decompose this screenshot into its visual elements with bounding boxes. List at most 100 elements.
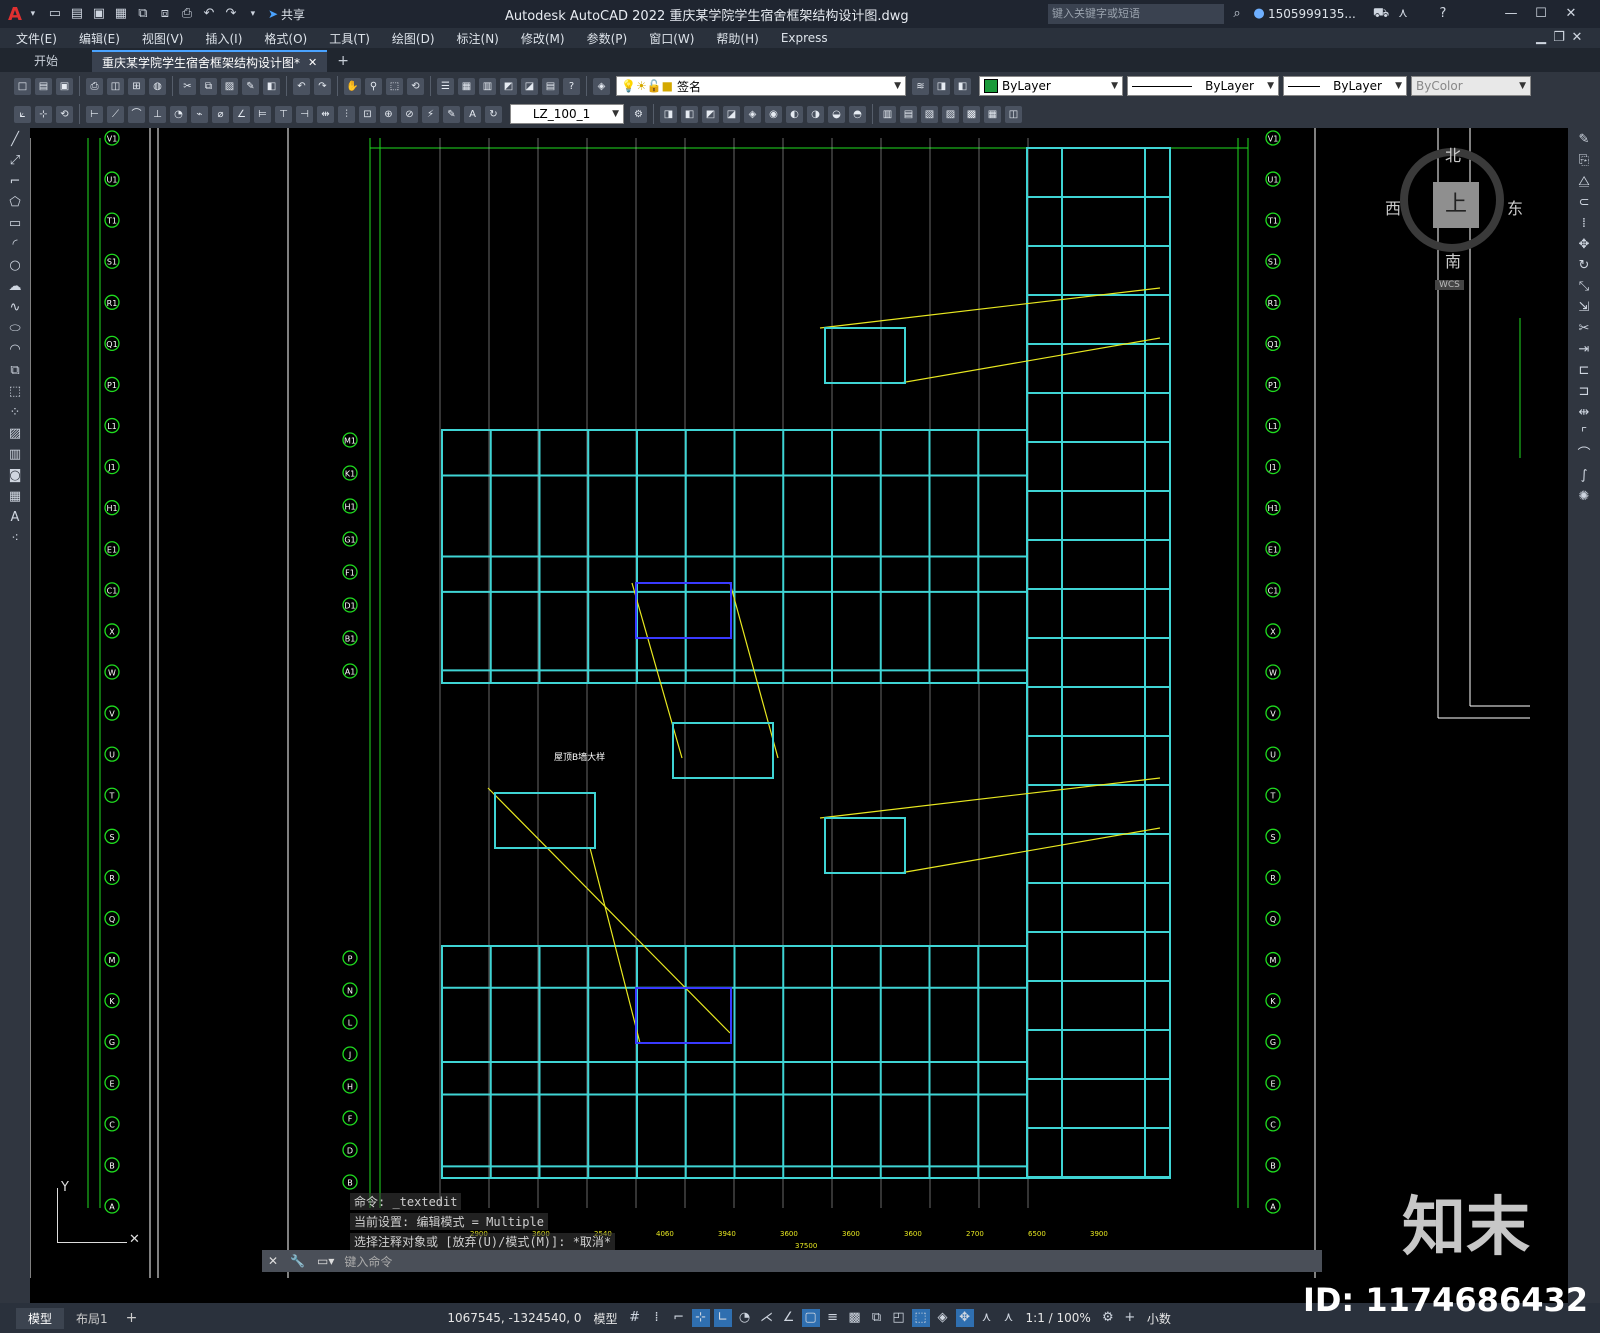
dim-continue-icon[interactable]: ⊣ [296, 105, 313, 123]
ucs-prev-icon[interactable]: ⟲ [56, 105, 73, 123]
selection-filter-icon[interactable]: ◈ [934, 1309, 952, 1327]
polygon-icon[interactable]: ⬠ [5, 194, 25, 212]
undo-icon[interactable]: ↶ [293, 77, 310, 95]
viewcube-south[interactable]: 南 [1445, 248, 1461, 272]
menu-item-dimension[interactable]: 标注(N) [457, 30, 499, 47]
view-right-icon[interactable]: ◪ [723, 105, 740, 123]
viewcube[interactable]: 北 南 西 东 上 WCS [1385, 140, 1523, 300]
paste-icon[interactable]: ▨ [221, 77, 238, 95]
user-icon[interactable]: ● [1250, 5, 1268, 23]
erase-icon[interactable]: ✎ [1574, 131, 1594, 149]
ellipse-icon[interactable]: ⬭ [5, 320, 25, 338]
center-mark-icon[interactable]: ⊕ [380, 105, 397, 123]
layer-dropdown[interactable]: 💡☀🔓■ 签名 ▼ [616, 76, 906, 96]
user-name[interactable]: 1505999135... [1268, 7, 1356, 21]
fillet-icon[interactable]: ⌒ [1574, 446, 1594, 464]
tab-close-icon[interactable]: ✕ [308, 56, 317, 69]
shade-icon[interactable]: ◑ [807, 105, 824, 123]
dim-radius-icon[interactable]: ◔ [170, 105, 187, 123]
redo-icon[interactable]: ↷ [314, 77, 331, 95]
menu-item-express[interactable]: Express [781, 31, 828, 45]
print-icon[interactable]: ⎙ [178, 5, 196, 23]
annotation-visibility-icon[interactable]: ⋏ [978, 1309, 996, 1327]
properties-icon[interactable]: ☰ [437, 77, 454, 95]
lineweight-icon[interactable]: ≡ [824, 1309, 842, 1327]
units-dropdown[interactable]: 小数 [1147, 1310, 1171, 1327]
make-current-icon[interactable]: ◨ [933, 77, 950, 95]
close-icon[interactable]: ✕ [1562, 5, 1580, 23]
mtext-icon[interactable]: A [5, 509, 25, 527]
command-input[interactable]: 键入命令 [344, 1253, 392, 1270]
polar-icon[interactable]: ◔ [736, 1309, 754, 1327]
dim-baseline-icon[interactable]: ⊤ [275, 105, 292, 123]
new-file-icon[interactable]: ▭ [46, 5, 64, 23]
dim-jogged-icon[interactable]: ⌁ [191, 105, 208, 123]
new-tab-icon[interactable]: + [327, 50, 359, 72]
help-icon[interactable]: ? [1434, 5, 1452, 23]
insert-block-icon[interactable]: ⧉ [5, 362, 25, 380]
zoom-previous-icon[interactable]: ⟲ [407, 77, 424, 95]
share-icon[interactable]: ➤ [268, 7, 278, 21]
jog-line-icon[interactable]: ⚡ [422, 105, 439, 123]
doc-minimize-icon[interactable]: ▁ [1532, 29, 1550, 47]
dim-ordinate-icon[interactable]: ⊥ [149, 105, 166, 123]
coordinates[interactable]: 1067545, -1324540, 0 [447, 1311, 581, 1325]
ellipse-arc-icon[interactable]: ◠ [5, 341, 25, 359]
hatch-icon[interactable]: ▨ [5, 425, 25, 443]
line-icon[interactable]: ╱ [5, 131, 25, 149]
maximize-icon[interactable]: ☐ [1532, 5, 1550, 23]
auto-scale-icon[interactable]: ⋏ [1000, 1309, 1018, 1327]
viewcube-west[interactable]: 西 [1385, 195, 1401, 219]
stretch-icon[interactable]: ⇲ [1574, 299, 1594, 317]
menu-item-file[interactable]: 文件(E) [16, 30, 57, 47]
color-dropdown[interactable]: ByLayer ▼ [979, 76, 1123, 96]
zoom-window-icon[interactable]: ⬚ [386, 77, 403, 95]
revcloud-icon[interactable]: ☁ [5, 278, 25, 296]
spline-icon[interactable]: ∿ [5, 299, 25, 317]
dim-linear-icon[interactable]: ⊢ [86, 105, 103, 123]
calculator-icon[interactable]: ▤ [542, 77, 559, 95]
menu-item-modify[interactable]: 修改(M) [521, 30, 565, 47]
dim-update-icon[interactable]: ↻ [485, 105, 502, 123]
table-icon[interactable]: ▦ [5, 488, 25, 506]
menu-item-format[interactable]: 格式(O) [264, 30, 307, 47]
menu-item-view[interactable]: 视图(V) [142, 30, 184, 47]
ucs-world-icon[interactable]: ⊹ [35, 105, 52, 123]
infer-icon[interactable]: ⌐ [670, 1309, 688, 1327]
menu-item-help[interactable]: 帮助(H) [716, 30, 758, 47]
layer-previous-icon[interactable]: ≋ [912, 77, 929, 95]
osnap-tracking-icon[interactable]: ∠ [780, 1309, 798, 1327]
app-logo[interactable]: A [8, 4, 22, 25]
wcs-label[interactable]: WCS [1435, 280, 1464, 290]
tolerance-icon[interactable]: ⊡ [359, 105, 376, 123]
share-button[interactable]: 共享 [281, 6, 305, 23]
polyline-icon[interactable]: ⌐ [5, 173, 25, 191]
array-icon[interactable]: ⁞ [1574, 215, 1594, 233]
search-input[interactable]: 键入关键字或短语 [1048, 4, 1224, 24]
block-editor-icon[interactable]: ◧ [263, 77, 280, 95]
rectangle-icon[interactable]: ▭ [5, 215, 25, 233]
cut-icon[interactable]: ✂ [179, 77, 196, 95]
extrude-icon[interactable]: ▥ [879, 105, 896, 123]
quick-dim-icon[interactable]: ⊨ [254, 105, 271, 123]
undo-icon[interactable]: ↶ [200, 5, 218, 23]
save-icon[interactable]: ▣ [90, 5, 108, 23]
command-recent-icon[interactable]: ▭▾ [317, 1254, 334, 1268]
dim-style-manager-icon[interactable]: ⚙ [630, 105, 647, 123]
redo-icon[interactable]: ↷ [222, 5, 240, 23]
rotate-icon[interactable]: ↻ [1574, 257, 1594, 275]
publish-icon[interactable]: ⊞ [128, 77, 145, 95]
dim-break-icon[interactable]: ⫶ [338, 105, 355, 123]
copy-icon[interactable]: ⧉ [200, 77, 217, 95]
open-icon[interactable]: ▤ [35, 77, 52, 95]
web-open-icon[interactable]: ⧉ [134, 5, 152, 23]
save-as-icon[interactable]: ▦ [112, 5, 130, 23]
cart-icon[interactable]: ⛟ [1372, 5, 1390, 23]
menu-item-window[interactable]: 窗口(W) [649, 30, 694, 47]
customize-icon[interactable]: 🔧 [290, 1254, 305, 1268]
menu-item-insert[interactable]: 插入(I) [205, 30, 242, 47]
selection-cycling-icon[interactable]: ⧉ [868, 1309, 886, 1327]
3d-print-icon[interactable]: ◍ [149, 77, 166, 95]
add-selected-icon[interactable]: ⁖ [5, 530, 25, 548]
inspect-icon[interactable]: ⊘ [401, 105, 418, 123]
